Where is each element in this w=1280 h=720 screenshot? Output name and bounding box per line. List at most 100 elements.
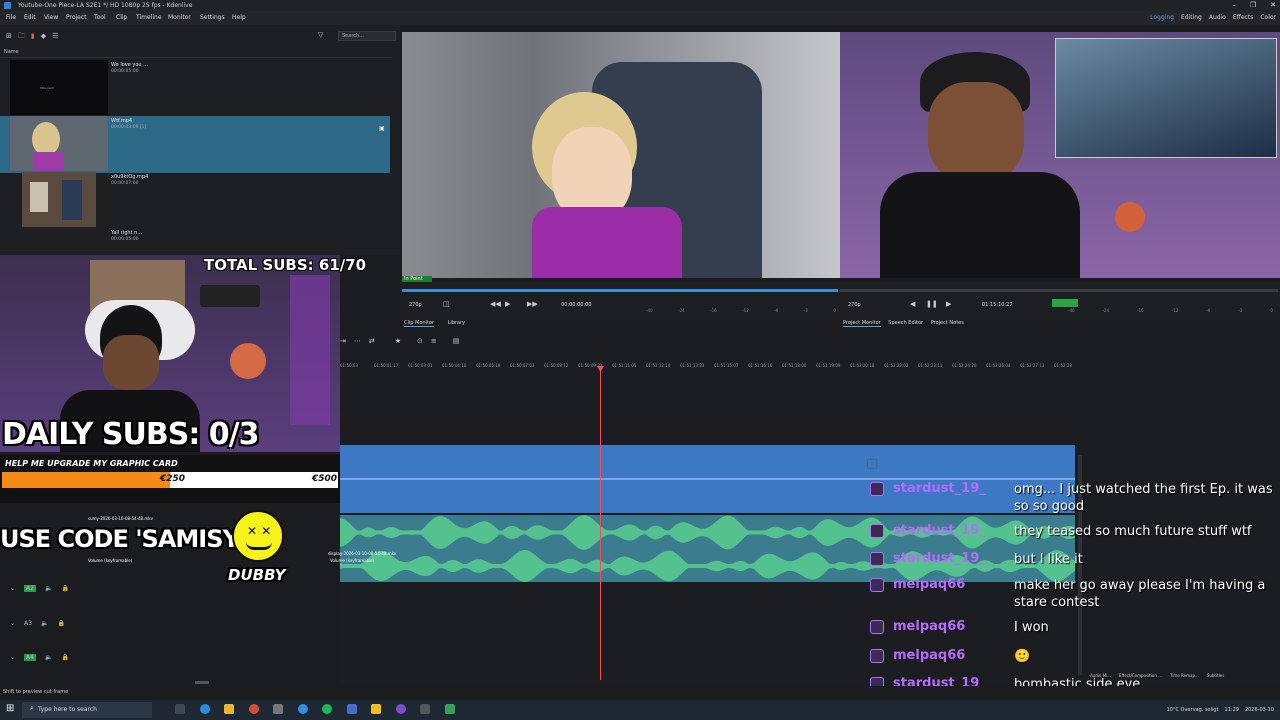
tab-project-monitor[interactable]: Project Monitor	[843, 320, 881, 327]
clip-monitor-video[interactable]	[402, 32, 840, 278]
obs-icon[interactable]	[396, 704, 406, 714]
spotify-icon[interactable]	[322, 704, 332, 714]
tab-time-remap[interactable]: Time Remap...	[1170, 673, 1199, 678]
collapse-icon[interactable]: ⌄	[10, 585, 15, 592]
play-icon[interactable]: ▶	[505, 300, 510, 308]
menu-timeline[interactable]: Timeline	[136, 11, 162, 25]
start-icon[interactable]: ⊞	[6, 703, 14, 714]
menu-file[interactable]: File	[6, 11, 16, 25]
mute-icon[interactable]: 🔈	[45, 654, 52, 661]
menu-settings[interactable]: Settings	[200, 11, 225, 25]
kdenlive-taskbar-icon[interactable]	[347, 704, 357, 714]
star-icon[interactable]: ★	[395, 337, 401, 349]
menu-project[interactable]: Project	[66, 11, 87, 25]
task-view-icon[interactable]	[175, 704, 185, 714]
clock-time[interactable]: 11:29	[1225, 700, 1239, 720]
edge-icon[interactable]	[200, 704, 210, 714]
lock-icon[interactable]: 🔒	[61, 654, 68, 661]
menu-monitor[interactable]: Monitor	[168, 11, 191, 25]
tab-subtitles[interactable]: Subtitles	[1207, 673, 1225, 678]
chat-username: stardust_19_	[893, 481, 986, 496]
tag-icon[interactable]: ◆	[41, 32, 46, 43]
forward-icon[interactable]: ▶▶	[527, 300, 538, 308]
multitrack-icon[interactable]: ≡	[431, 337, 437, 349]
clock-date[interactable]: 2026-03-10	[1245, 700, 1274, 720]
project-rewind-icon[interactable]: ◀	[910, 300, 915, 308]
timeline-ruler[interactable]: 01:50:03 01:50:01:17 01:50:03:01 01:50:04:1…	[340, 362, 1086, 372]
explorer-icon[interactable]	[224, 704, 234, 714]
lock-icon[interactable]: 🔒	[61, 585, 68, 592]
razor-tool-icon[interactable]: ⋯	[354, 337, 361, 349]
tab-clip-monitor[interactable]: Clip Monitor	[404, 320, 435, 327]
ruler-tick-label: 01:50:01:17	[374, 363, 399, 368]
lock-icon[interactable]: 🔒	[57, 620, 64, 627]
menu-icon[interactable]: ☰	[52, 32, 58, 43]
snap-icon[interactable]: ⊙	[417, 337, 423, 349]
select-tool-icon[interactable]: ⇥	[340, 337, 346, 349]
bin-clip-row[interactable]: Yall right n... 00:00:05:00	[0, 228, 390, 254]
app2-icon[interactable]	[445, 704, 455, 714]
pause-icon[interactable]: ❚❚	[926, 300, 938, 308]
menu-help[interactable]: Help	[232, 11, 246, 25]
ruler-tick-label: 01:52:26:04	[986, 363, 1011, 368]
maximize-button[interactable]: ❐	[1250, 0, 1256, 11]
workspace-audio[interactable]: Audio	[1209, 11, 1226, 25]
minimize-button[interactable]: –	[1232, 0, 1236, 11]
ruler-tick-label: 01:51:13:23	[680, 363, 705, 368]
project-timecode[interactable]: 01:15:10:27	[982, 302, 1013, 308]
mute-icon[interactable]: 🔈	[41, 620, 48, 627]
clip-zoom-select[interactable]: 270p	[409, 302, 422, 308]
project-audio-meter-scale: -40 -24 -16 -12 -6 -3 0	[1068, 308, 1273, 313]
close-button[interactable]: ✕	[1270, 0, 1276, 11]
workspace-effects[interactable]: Effects	[1233, 11, 1253, 25]
workspace-color[interactable]: Color	[1260, 11, 1276, 25]
tab-library[interactable]: Library	[448, 320, 465, 326]
track-header-a2: ⌄ A2 🔈 🔒	[10, 585, 69, 592]
clip-stop-icon[interactable]: ◫	[443, 300, 450, 308]
track-target-icon[interactable]: A4	[24, 654, 36, 661]
bin-clip-row-selected[interactable]: Wtf.mp4 00:00:03:09 [1] ▣	[0, 116, 390, 173]
bin-search-input[interactable]: Search...	[338, 31, 396, 41]
tab-project-notes[interactable]: Project Notes	[931, 320, 964, 326]
bin-clip-row[interactable]: title card We love you ... 00:00:05:00	[0, 60, 390, 117]
menu-tool[interactable]: Tool	[94, 11, 106, 25]
twitch-badge-icon	[870, 578, 884, 592]
chrome-icon[interactable]	[249, 704, 259, 714]
project-forward-icon[interactable]: ▶	[946, 300, 951, 308]
layout-icon[interactable]: ▤	[453, 337, 460, 349]
add-clip-icon[interactable]: ⊞	[6, 32, 12, 43]
app-icon[interactable]	[273, 704, 283, 714]
workspace-editing[interactable]: Editing	[1181, 11, 1202, 25]
collapse-icon[interactable]: ⌄	[10, 620, 15, 627]
folder-icon[interactable]: 🗀	[18, 32, 25, 43]
notes-icon[interactable]	[371, 704, 381, 714]
menu-view[interactable]: View	[44, 11, 58, 25]
track-target-icon[interactable]: A2	[24, 585, 36, 592]
taskbar-search-input[interactable]: Type here to search	[22, 702, 152, 718]
clip-timecode[interactable]: 00:00:00:00	[561, 302, 592, 308]
chat-faded-row: ▢	[866, 456, 879, 471]
project-monitor-video[interactable]	[840, 32, 1280, 278]
project-zoom-select[interactable]: 270p	[848, 302, 861, 308]
terminal-icon[interactable]	[420, 704, 430, 714]
filter-icon[interactable]: ▽	[318, 31, 323, 39]
spacer-tool-icon[interactable]: ⇄	[369, 337, 375, 349]
tab-effect-composition[interactable]: Effect/Composition ...	[1119, 673, 1162, 678]
ruler-tick-label: 01:50:03:01	[408, 363, 433, 368]
audio-meter-scale: -40 -24 -16 -12 -6 -3 0	[646, 308, 836, 313]
track-label[interactable]: A3	[24, 620, 32, 627]
weather-widget[interactable]: 10°C Overvag. soligt	[1167, 700, 1219, 720]
delete-icon[interactable]: ▮	[31, 32, 35, 43]
menu-clip[interactable]: Clip	[116, 11, 127, 25]
workspace-logging[interactable]: Logging	[1150, 11, 1174, 25]
timeline-playhead[interactable]	[600, 368, 601, 680]
browser-icon[interactable]	[298, 704, 308, 714]
timeline-horizontal-scrollbar[interactable]	[195, 681, 209, 684]
collapse-icon[interactable]: ⌄	[10, 654, 15, 661]
menu-edit[interactable]: Edit	[24, 11, 36, 25]
mute-icon[interactable]: 🔈	[45, 585, 52, 592]
rewind-icon[interactable]: ◀◀	[490, 300, 501, 308]
tab-speech-editor[interactable]: Speech Editor	[888, 320, 923, 326]
tab-audio-mixer[interactable]: Audio Mi...	[1090, 673, 1111, 678]
bin-clip-row[interactable]: x0u9ktOg.mp4 00:00:07:00	[0, 172, 390, 229]
